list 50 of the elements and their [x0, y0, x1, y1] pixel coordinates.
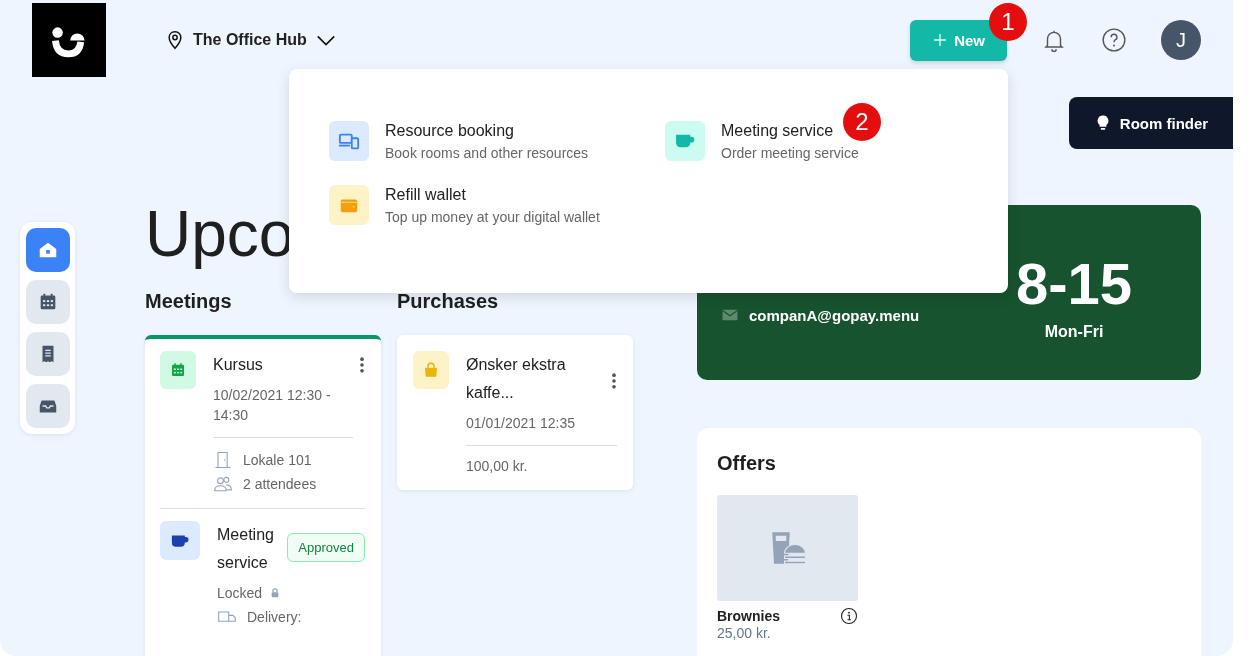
shopping-bag-icon	[413, 351, 449, 389]
menu-item-title: Refill wallet	[385, 185, 467, 204]
user-avatar[interactable]: J	[1161, 20, 1201, 60]
menu-item-description: Order meeting service	[721, 144, 859, 161]
menu-item-description: Top up money at your digital wallet	[385, 208, 600, 225]
product-price: 25,00 kr.	[717, 625, 772, 641]
step-number-badge: 1	[989, 3, 1027, 41]
room-finder-button[interactable]: Room finder	[1069, 97, 1233, 149]
section-heading: Offers	[717, 452, 777, 475]
help-icon[interactable]	[1101, 27, 1127, 53]
purchase-price: 100,00 kr.	[466, 458, 529, 474]
meeting-time: 10/02/2021 12:30 - 14:30	[213, 385, 353, 438]
door-icon	[213, 450, 233, 470]
location-selector[interactable]: The Office Hub	[165, 29, 337, 51]
attendee-count: 2 attendees	[243, 475, 317, 494]
people-icon	[213, 474, 233, 494]
lock-icon	[270, 588, 281, 598]
opening-hours: 8-15	[1014, 250, 1134, 318]
section-heading: Purchases	[397, 290, 500, 313]
product-name: Brownies	[717, 608, 780, 624]
room-name: Lokale 101	[243, 451, 312, 470]
devices-icon	[329, 121, 369, 161]
sidebar-button[interactable]	[26, 384, 70, 428]
logo-icon[interactable]	[32, 3, 106, 77]
meeting-title: Meeting service	[217, 525, 275, 573]
sidebar-button[interactable]	[26, 280, 70, 324]
status-badge: Approved	[287, 533, 365, 562]
plus-icon	[932, 32, 949, 48]
cup-icon	[665, 121, 705, 161]
opening-days: Mon-Fri	[999, 323, 1149, 341]
delivery-label: Delivery:	[247, 608, 302, 627]
email-address: companA@gopay.menu	[749, 306, 920, 324]
info-icon[interactable]	[840, 607, 858, 625]
cup-icon	[160, 521, 200, 560]
menu-item-description: Book rooms and other resources	[385, 144, 589, 161]
locked-label: Locked	[217, 585, 263, 601]
calendar-icon	[160, 351, 196, 389]
purchase-time: 01/01/2021 12:35	[466, 413, 617, 446]
menu-item[interactable]: Resource booking Book rooms and other resources	[329, 121, 589, 161]
page-heading: Upco	[145, 198, 295, 270]
sidebar-button[interactable]	[26, 228, 70, 272]
section-heading: Meetings	[145, 290, 233, 313]
menu-item-title: Resource booking	[385, 121, 515, 140]
wallet-icon	[329, 185, 369, 225]
menu-item[interactable]: Refill wallet Top up money at your digital wallet	[329, 185, 600, 225]
sidebar-button[interactable]	[26, 332, 70, 376]
menu-item-title: Meeting service	[721, 121, 835, 140]
meeting-title: Kursus	[213, 355, 263, 375]
map-pin-icon	[165, 29, 185, 51]
purchase-title: Ønsker ekstra kaffe...	[466, 355, 567, 403]
